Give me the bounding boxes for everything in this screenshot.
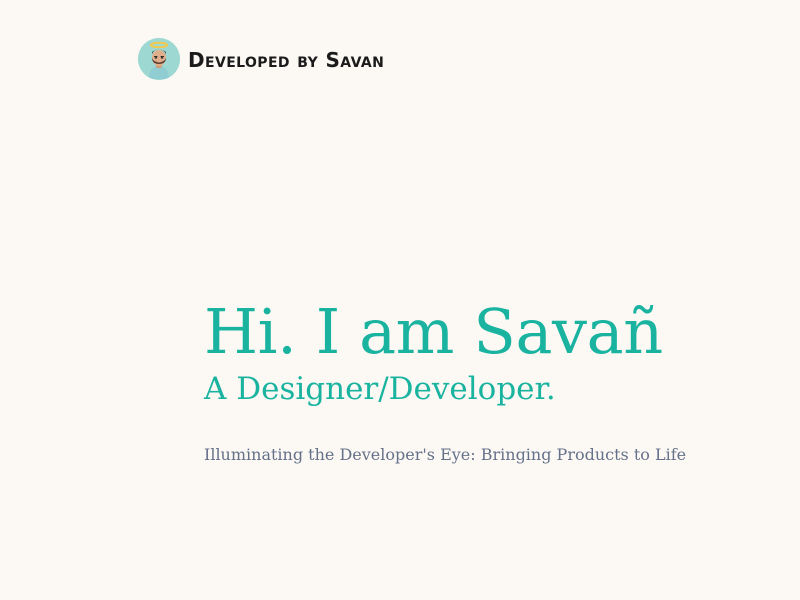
avatar-icon bbox=[138, 38, 180, 80]
hero-section: Hi. I am Savañ A Designer/Developer. Ill… bbox=[204, 300, 764, 465]
site-header[interactable]: Developed by Savan bbox=[138, 38, 384, 80]
hero-tagline: Illuminating the Developer's Eye: Bringi… bbox=[204, 444, 687, 464]
hero-title: Hi. I am Savañ bbox=[204, 295, 663, 368]
site-logo-text[interactable]: Developed by Savan bbox=[188, 48, 384, 72]
hero-subtitle: A Designer/Developer. bbox=[204, 370, 556, 407]
